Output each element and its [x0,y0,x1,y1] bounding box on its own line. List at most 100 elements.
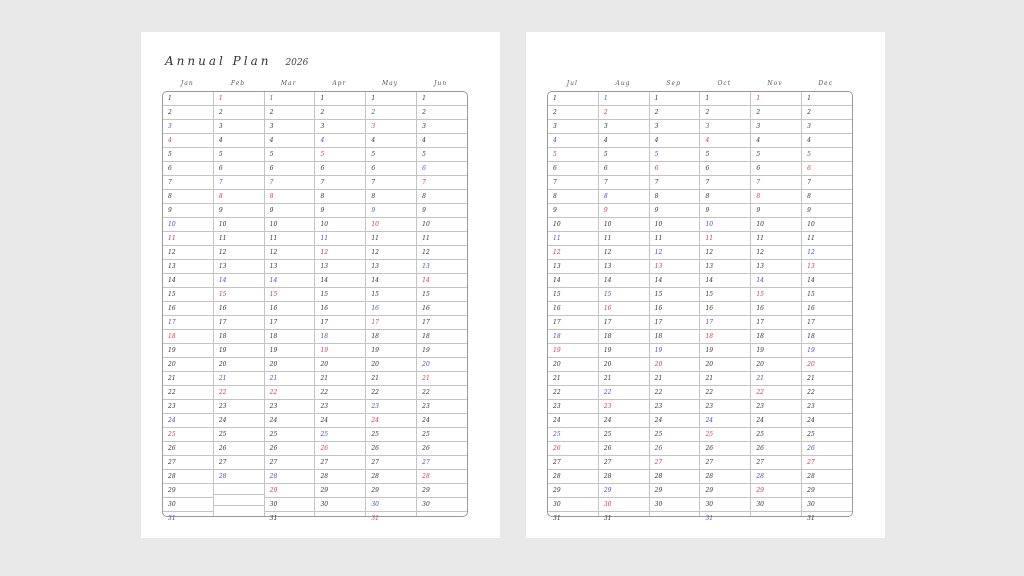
day-cell[interactable]: 16 [548,302,598,316]
day-cell[interactable]: 2 [548,106,598,120]
day-cell[interactable]: 23 [417,400,467,414]
day-cell[interactable]: 5 [366,148,417,162]
day-cell[interactable]: 28 [264,470,315,484]
day-cell[interactable]: 4 [649,134,700,148]
day-cell[interactable]: 19 [163,344,213,358]
day-cell[interactable]: 2 [366,106,417,120]
day-cell[interactable]: 31 [599,512,649,525]
day-cell[interactable]: 21 [315,372,366,386]
day-cell[interactable]: 11 [163,232,213,246]
day-cell[interactable]: 31 [366,512,416,525]
day-cell[interactable]: 9 [366,204,417,218]
day-cell[interactable]: 4 [751,134,802,148]
day-cell[interactable]: 3 [548,120,598,134]
day-cell[interactable]: 5 [751,148,802,162]
day-cell[interactable]: 2 [163,106,213,120]
day-cell[interactable]: 20 [751,358,802,372]
day-cell[interactable]: 5 [649,148,700,162]
day-cell[interactable]: 4 [366,134,417,148]
day-cell[interactable]: 19 [548,344,598,358]
day-cell[interactable]: 19 [751,344,802,358]
day-cell[interactable]: 9 [802,204,852,218]
day-cell[interactable]: 10 [264,218,315,232]
day-cell[interactable]: 12 [213,246,264,260]
day-cell[interactable]: 21 [700,372,751,386]
day-cell[interactable]: 29 [264,484,315,498]
day-cell[interactable]: 14 [213,274,264,288]
day-cell[interactable]: 28 [598,470,649,484]
day-cell[interactable]: 9 [264,204,315,218]
day-cell[interactable]: 12 [264,246,315,260]
day-cell[interactable]: 19 [417,344,467,358]
day-cell[interactable]: 24 [700,414,751,428]
day-cell[interactable]: 6 [751,162,802,176]
day-cell[interactable]: 25 [366,428,417,442]
day-cell[interactable]: 15 [366,288,417,302]
day-cell[interactable]: 27 [751,456,802,470]
day-cell[interactable]: 24 [598,414,649,428]
day-cell[interactable]: 4 [315,134,366,148]
day-cell[interactable]: 10 [802,218,852,232]
day-cell[interactable]: 11 [649,232,700,246]
day-cell[interactable]: 14 [366,274,417,288]
day-cell[interactable]: 1 [802,92,852,106]
day-cell[interactable]: 18 [417,330,467,344]
day-cell[interactable]: 17 [163,316,213,330]
day-cell[interactable]: 30 [548,498,598,512]
day-cell[interactable]: 13 [598,260,649,274]
day-cell[interactable]: 27 [417,456,467,470]
day-cell[interactable]: 10 [213,218,264,232]
day-cell[interactable]: 29 [802,484,852,498]
day-cell[interactable]: 6 [264,162,315,176]
day-cell[interactable]: 19 [315,344,366,358]
day-cell[interactable]: 27 [548,456,598,470]
day-cell[interactable]: 20 [366,358,417,372]
day-cell[interactable]: 8 [213,190,264,204]
day-cell[interactable]: 30 [700,498,751,512]
day-cell[interactable]: 21 [366,372,417,386]
empty-cell[interactable] [214,506,264,516]
day-cell[interactable]: 25 [548,428,598,442]
day-cell[interactable]: 9 [700,204,751,218]
day-cell[interactable]: 23 [548,400,598,414]
day-cell[interactable]: 27 [315,456,366,470]
day-cell[interactable]: 11 [598,232,649,246]
day-cell[interactable]: 7 [417,176,467,190]
day-cell[interactable]: 24 [315,414,366,428]
day-cell[interactable]: 11 [264,232,315,246]
day-cell[interactable]: 13 [264,260,315,274]
day-cell[interactable]: 18 [700,330,751,344]
day-cell[interactable]: 22 [548,386,598,400]
day-cell[interactable]: 7 [315,176,366,190]
day-cell[interactable]: 13 [649,260,700,274]
day-cell[interactable]: 8 [751,190,802,204]
day-cell[interactable]: 1 [751,92,802,106]
day-cell[interactable]: 25 [163,428,213,442]
day-cell[interactable]: 27 [366,456,417,470]
day-cell[interactable]: 6 [315,162,366,176]
day-cell[interactable]: 8 [163,190,213,204]
day-cell[interactable]: 1 [366,92,417,106]
day-cell[interactable]: 31 [265,512,315,525]
day-cell[interactable]: 8 [548,190,598,204]
day-cell[interactable]: 3 [598,120,649,134]
day-cell[interactable]: 23 [700,400,751,414]
day-cell[interactable]: 22 [751,386,802,400]
day-cell[interactable]: 3 [213,120,264,134]
day-cell[interactable]: 12 [315,246,366,260]
day-cell[interactable]: 2 [598,106,649,120]
day-cell[interactable]: 30 [802,498,852,512]
day-cell[interactable]: 20 [264,358,315,372]
day-cell[interactable]: 26 [548,442,598,456]
day-cell[interactable]: 17 [213,316,264,330]
day-cell[interactable]: 16 [649,302,700,316]
day-cell[interactable]: 20 [417,358,467,372]
day-cell[interactable]: 18 [366,330,417,344]
day-cell[interactable]: 15 [802,288,852,302]
day-cell[interactable]: 7 [802,176,852,190]
day-cell[interactable]: 20 [700,358,751,372]
day-cell[interactable]: 28 [802,470,852,484]
day-cell[interactable]: 16 [598,302,649,316]
day-cell[interactable]: 5 [264,148,315,162]
day-cell[interactable]: 25 [802,428,852,442]
